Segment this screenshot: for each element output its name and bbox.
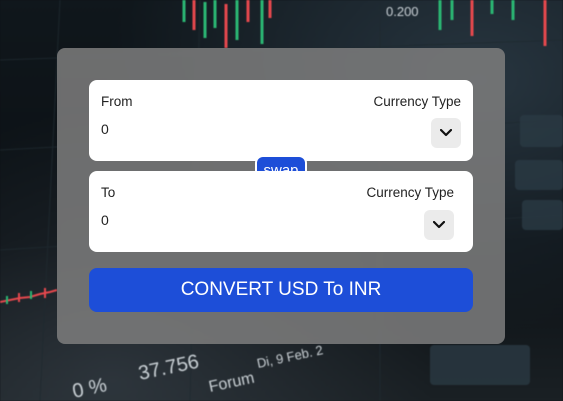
to-currency-select[interactable] xyxy=(424,210,454,240)
bg-top-value: 0.200 xyxy=(386,4,419,19)
from-currency-select[interactable] xyxy=(431,118,461,148)
to-panel: To Currency Type xyxy=(89,171,473,252)
from-amount-input[interactable] xyxy=(101,119,321,139)
bg-date-label: Di, 9 Feb. 2 xyxy=(256,342,325,371)
to-label: To xyxy=(101,185,116,200)
to-currency-type-label: Currency Type xyxy=(366,185,454,200)
chevron-down-icon xyxy=(440,129,452,137)
chevron-down-icon xyxy=(433,221,445,229)
from-label: From xyxy=(101,94,133,109)
from-currency-type-label: Currency Type xyxy=(373,94,461,109)
bg-forum-label: Forum xyxy=(207,370,256,396)
bg-price-label: 37.756 xyxy=(136,351,200,385)
convert-button[interactable]: CONVERT USD To INR xyxy=(89,268,473,312)
from-panel: From Currency Type xyxy=(89,80,473,161)
converter-card: From Currency Type swap To Currency Type… xyxy=(57,48,505,344)
bg-percent-label: 0 % xyxy=(70,374,108,401)
to-amount-input[interactable] xyxy=(101,210,321,230)
